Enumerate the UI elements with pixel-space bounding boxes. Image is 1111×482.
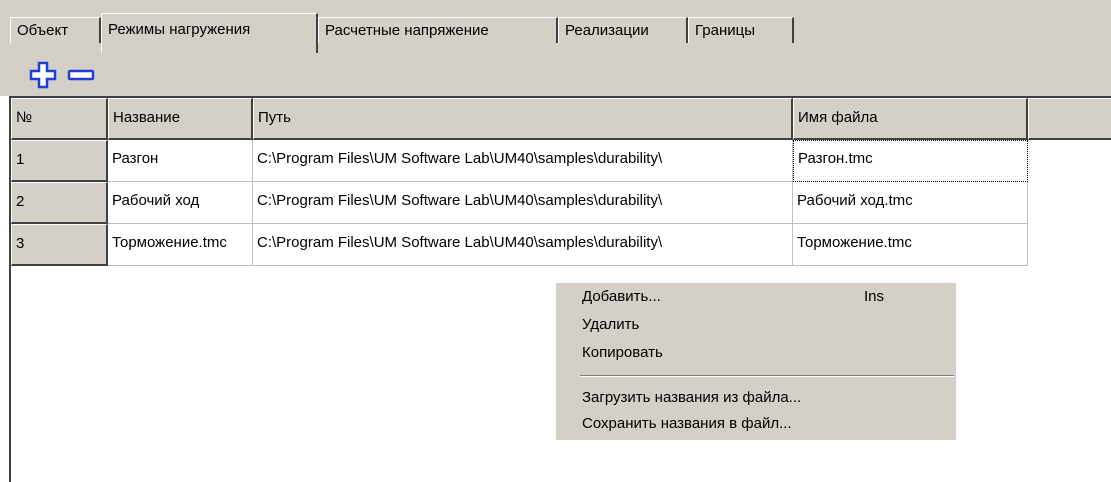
tab-label: Режимы нагружения xyxy=(108,21,251,38)
menu-item-copy[interactable]: Копировать xyxy=(556,341,956,365)
column-header-filler xyxy=(1028,98,1111,140)
tab-realizations[interactable]: Реализации xyxy=(558,17,688,43)
menu-item-label: Добавить... xyxy=(582,288,661,305)
menu-item-save-names[interactable]: Сохранить названия в файл... xyxy=(556,412,956,436)
tab-label: Расчетные напряжение xyxy=(325,22,489,39)
row-number[interactable]: 3 xyxy=(11,224,108,266)
table-cell-name[interactable]: Разгон xyxy=(108,140,253,182)
table-cell-filename[interactable]: Торможение.tmc xyxy=(793,224,1028,266)
tab-strip: Объект Режимы нагружения Расчетные напря… xyxy=(0,0,1111,53)
menu-item-label: Загрузить названия из файла... xyxy=(582,389,802,406)
menu-item-label: Копировать xyxy=(582,344,663,361)
table-cell-name[interactable]: Рабочий ход xyxy=(108,182,253,224)
column-header-path[interactable]: Путь xyxy=(253,98,793,140)
menu-item-load-names[interactable]: Загрузить названия из файла... xyxy=(556,386,956,410)
table-cell-path[interactable]: C:\Program Files\UM Software Lab\UM40\sa… xyxy=(253,182,793,224)
minus-icon xyxy=(67,69,95,81)
table-cell-path[interactable]: C:\Program Files\UM Software Lab\UM40\sa… xyxy=(253,224,793,266)
column-header-filename[interactable]: Имя файла xyxy=(793,98,1028,140)
column-header-number[interactable]: № xyxy=(11,98,108,140)
tab-label: Границы xyxy=(695,22,755,39)
menu-item-label: Сохранить названия в файл... xyxy=(582,415,792,432)
tab-load-modes[interactable]: Режимы нагружения xyxy=(101,13,318,53)
tab-label: Объект xyxy=(17,22,69,39)
menu-item-shortcut: Ins xyxy=(864,288,885,305)
table-cell-path[interactable]: C:\Program Files\UM Software Lab\UM40\sa… xyxy=(253,140,793,182)
table-cell-name[interactable]: Торможение.tmc xyxy=(108,224,253,266)
row-number[interactable]: 1 xyxy=(11,140,108,182)
tab-design-stress[interactable]: Расчетные напряжение xyxy=(318,17,558,43)
menu-item-add[interactable]: Добавить... Ins xyxy=(556,285,956,309)
column-header-name[interactable]: Название xyxy=(108,98,253,140)
remove-button[interactable] xyxy=(66,60,96,90)
table-cell-filename[interactable]: Рабочий ход.tmc xyxy=(793,182,1028,224)
context-menu: Добавить... Ins Удалить Копировать Загру… xyxy=(556,283,956,440)
menu-item-delete[interactable]: Удалить xyxy=(556,313,956,337)
menu-separator xyxy=(580,375,954,377)
row-number[interactable]: 2 xyxy=(11,182,108,224)
plus-icon xyxy=(29,61,57,89)
toolbar xyxy=(0,52,1111,96)
tab-object[interactable]: Объект xyxy=(10,17,101,43)
tab-label: Реализации xyxy=(565,22,649,39)
menu-item-label: Удалить xyxy=(582,316,640,333)
add-button[interactable] xyxy=(28,60,58,90)
tab-bounds[interactable]: Границы xyxy=(688,17,794,43)
table-cell-filename[interactable]: Разгон.tmc xyxy=(793,140,1028,182)
